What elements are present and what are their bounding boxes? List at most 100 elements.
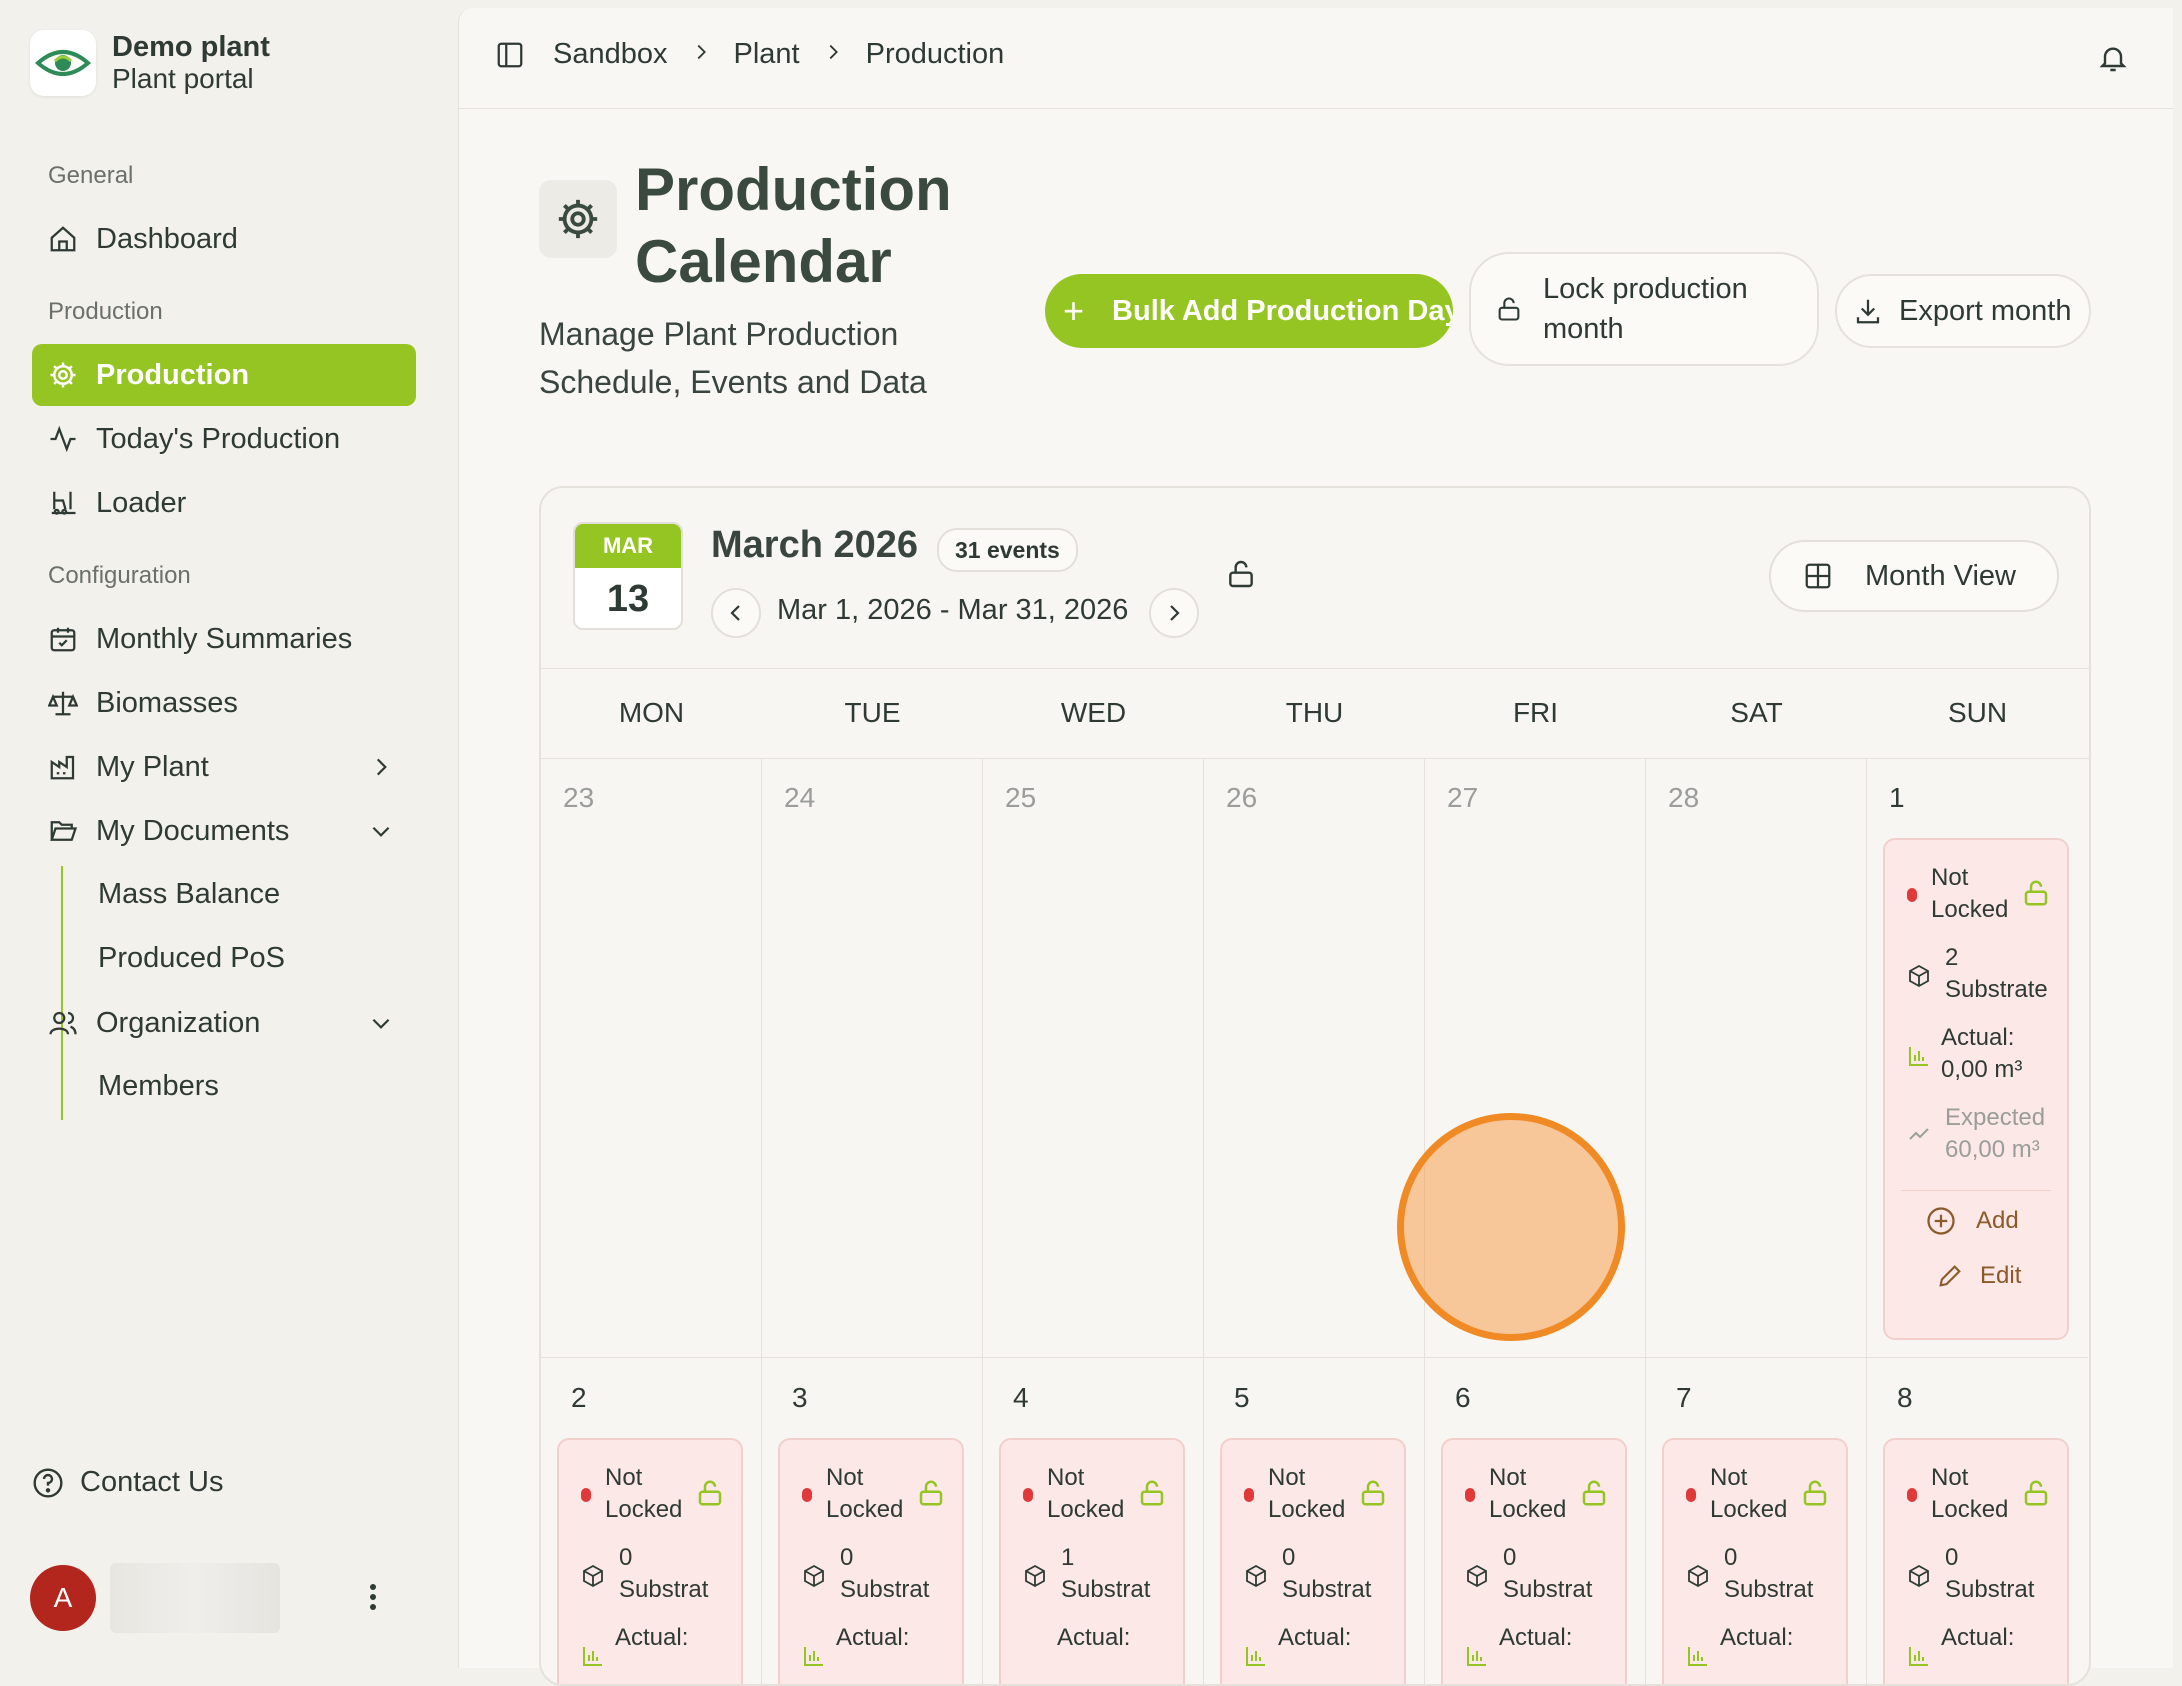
chevron-right-icon	[690, 38, 712, 71]
sidebar-item-label: Biomasses	[96, 686, 238, 719]
unlock-icon	[1137, 1478, 1167, 1513]
event-status: Locked	[1047, 1496, 1125, 1523]
actual-label: Actual:	[1499, 1624, 1573, 1651]
day-number: 5	[1234, 1382, 1250, 1413]
sidebar-item-todays-production[interactable]: Today's Production	[32, 408, 416, 470]
day-cell[interactable]: 3 Not Locked 0 Substrat Actual:	[762, 1358, 983, 1684]
sidebar-item-members[interactable]: Members	[98, 1070, 219, 1103]
event-status: Not	[1710, 1464, 1748, 1491]
events-count-badge: 31 events	[937, 528, 1078, 572]
edit-button[interactable]: Edit	[1936, 1262, 2021, 1290]
box-icon	[1686, 1564, 1710, 1593]
day-cell[interactable]: 26	[1204, 758, 1425, 1358]
weekday-header: MON	[618, 697, 685, 728]
calendar-check-icon	[46, 622, 80, 656]
next-month-button[interactable]	[1149, 588, 1199, 638]
box-icon	[802, 1564, 826, 1593]
box-icon	[1244, 1564, 1268, 1593]
contact-label: Contact Us	[80, 1466, 224, 1498]
day-cell[interactable]: 7 Not Locked 0 Substrat Actual:	[1646, 1358, 1867, 1684]
production-event[interactable]: Not Locked 0 Substrat Actual:	[1662, 1438, 1848, 1684]
bulk-add-button[interactable]: + Bulk Add Production Days	[1045, 274, 1453, 348]
day-cell[interactable]: 8 Not Locked 0 Substrat Actual:	[1867, 1358, 2088, 1684]
sidebar-item-mass-balance[interactable]: Mass Balance	[98, 878, 280, 911]
sidebar-item-dashboard[interactable]: Dashboard	[32, 208, 416, 270]
substrate-label: Substrat	[1061, 1576, 1151, 1603]
production-event[interactable]: Not Locked 1 Substrat Actual:	[999, 1438, 1185, 1684]
month-view-button[interactable]: Month View	[1769, 540, 2059, 612]
production-event[interactable]: Not Locked 0 Substrat Actual:	[778, 1438, 964, 1684]
divider	[1901, 1190, 2051, 1191]
section-general: General	[48, 162, 134, 189]
day-cell[interactable]: 6 Not Locked 0 Substrat Actual:	[1425, 1358, 1646, 1684]
highlight-circle	[1397, 1113, 1625, 1341]
user-menu[interactable]: A	[30, 1563, 280, 1633]
day-cell[interactable]: 5 Not Locked 0 Substrat Actual:	[1204, 1358, 1425, 1684]
sidebar-item-produced-pos[interactable]: Produced PoS	[98, 942, 285, 975]
event-status: Locked	[1931, 896, 2009, 923]
day-cell[interactable]: 28	[1646, 758, 1867, 1358]
day-cell[interactable]: 4 Not Locked 1 Substrat Actual:	[983, 1358, 1204, 1684]
status-dot	[1244, 1488, 1254, 1502]
actual-label: Actual:	[836, 1624, 910, 1651]
sidebar-item-my-plant[interactable]: My Plant	[32, 736, 416, 798]
sidebar-toggle-icon[interactable]	[495, 40, 525, 70]
unlock-icon[interactable]	[1225, 558, 1257, 595]
add-button[interactable]: Add	[1926, 1206, 2019, 1236]
day-cell[interactable]: 23	[541, 758, 762, 1358]
substrate-count: 2	[1945, 944, 1959, 971]
substrate-label: Substrat	[619, 1576, 709, 1603]
weekday-header: SAT	[1730, 697, 1783, 728]
sidebar-item-organization[interactable]: Organization	[32, 992, 416, 1054]
sidebar-item-biomasses[interactable]: Biomasses	[32, 672, 416, 734]
production-event[interactable]: Not Locked 0 Substrat Actual:	[1220, 1438, 1406, 1684]
calendar-header: MAR 13 March 2026 31 events Mar 1, 2026 …	[541, 488, 2089, 669]
contact-us-link[interactable]: Contact Us	[32, 1466, 223, 1499]
substrate-count: 0	[1503, 1544, 1517, 1571]
gear-icon	[539, 180, 617, 258]
prev-month-button[interactable]	[711, 588, 761, 638]
day-cell[interactable]: 2 Not Locked 0 Substrat Actual:	[541, 1358, 762, 1684]
sidebar-item-label: Dashboard	[96, 222, 238, 255]
more-vertical-icon[interactable]	[366, 1582, 380, 1617]
substrate-label: Substrat	[840, 1576, 930, 1603]
unlock-icon	[1800, 1478, 1830, 1513]
day-number: 25	[1005, 782, 1037, 813]
substrate-count: 0	[1724, 1544, 1738, 1571]
day-cell[interactable]: 24	[762, 758, 983, 1358]
weekday-header: WED	[1060, 697, 1127, 728]
sidebar-item-label: My Documents	[96, 814, 290, 847]
event-status: Not	[1931, 864, 1969, 891]
substrate-count: 1	[1061, 1544, 1075, 1571]
date-range: Mar 1, 2026 - Mar 31, 2026	[777, 594, 1129, 626]
sidebar-item-my-documents[interactable]: My Documents	[32, 800, 416, 862]
box-icon	[1465, 1564, 1489, 1593]
production-event[interactable]: Not Locked 0 Substrat Actual:	[1441, 1438, 1627, 1684]
chevron-right-icon	[822, 38, 844, 71]
sidebar-item-monthly-summaries[interactable]: Monthly Summaries	[32, 608, 416, 670]
month-view-label: Month View	[1865, 559, 2016, 592]
status-dot	[802, 1488, 812, 1502]
breadcrumb-plant[interactable]: Plant	[734, 38, 800, 71]
production-event[interactable]: Not Locked 0 Substrat Actual:	[557, 1438, 743, 1684]
section-production: Production	[48, 298, 163, 325]
bell-icon[interactable]	[2097, 42, 2129, 79]
sidebar-item-production[interactable]: Production	[32, 344, 416, 406]
today-badge[interactable]: MAR 13	[573, 522, 683, 630]
substrate-count: 0	[1282, 1544, 1296, 1571]
factory-icon	[46, 750, 80, 784]
day-cell[interactable]: 25	[983, 758, 1204, 1358]
pencil-icon	[1936, 1262, 1964, 1290]
lock-month-button[interactable]: Lock production month	[1469, 252, 1819, 366]
actual-label: Actual:	[1720, 1624, 1794, 1651]
event-status: Locked	[1710, 1496, 1788, 1523]
sidebar: Demo plant Plant portal General Dashboar…	[0, 0, 456, 1662]
export-month-button[interactable]: Export month	[1835, 274, 2091, 348]
status-dot	[1023, 1488, 1033, 1502]
breadcrumb-sandbox[interactable]: Sandbox	[553, 38, 668, 71]
add-label: Add	[1976, 1207, 2019, 1234]
page-subtitle: Manage Plant Production Schedule, Events…	[539, 316, 927, 400]
production-event[interactable]: Not Locked 0 Substrat Actual:	[1883, 1438, 2069, 1684]
sidebar-item-loader[interactable]: Loader	[32, 472, 416, 534]
brand[interactable]: Demo plant Plant portal	[30, 30, 270, 96]
